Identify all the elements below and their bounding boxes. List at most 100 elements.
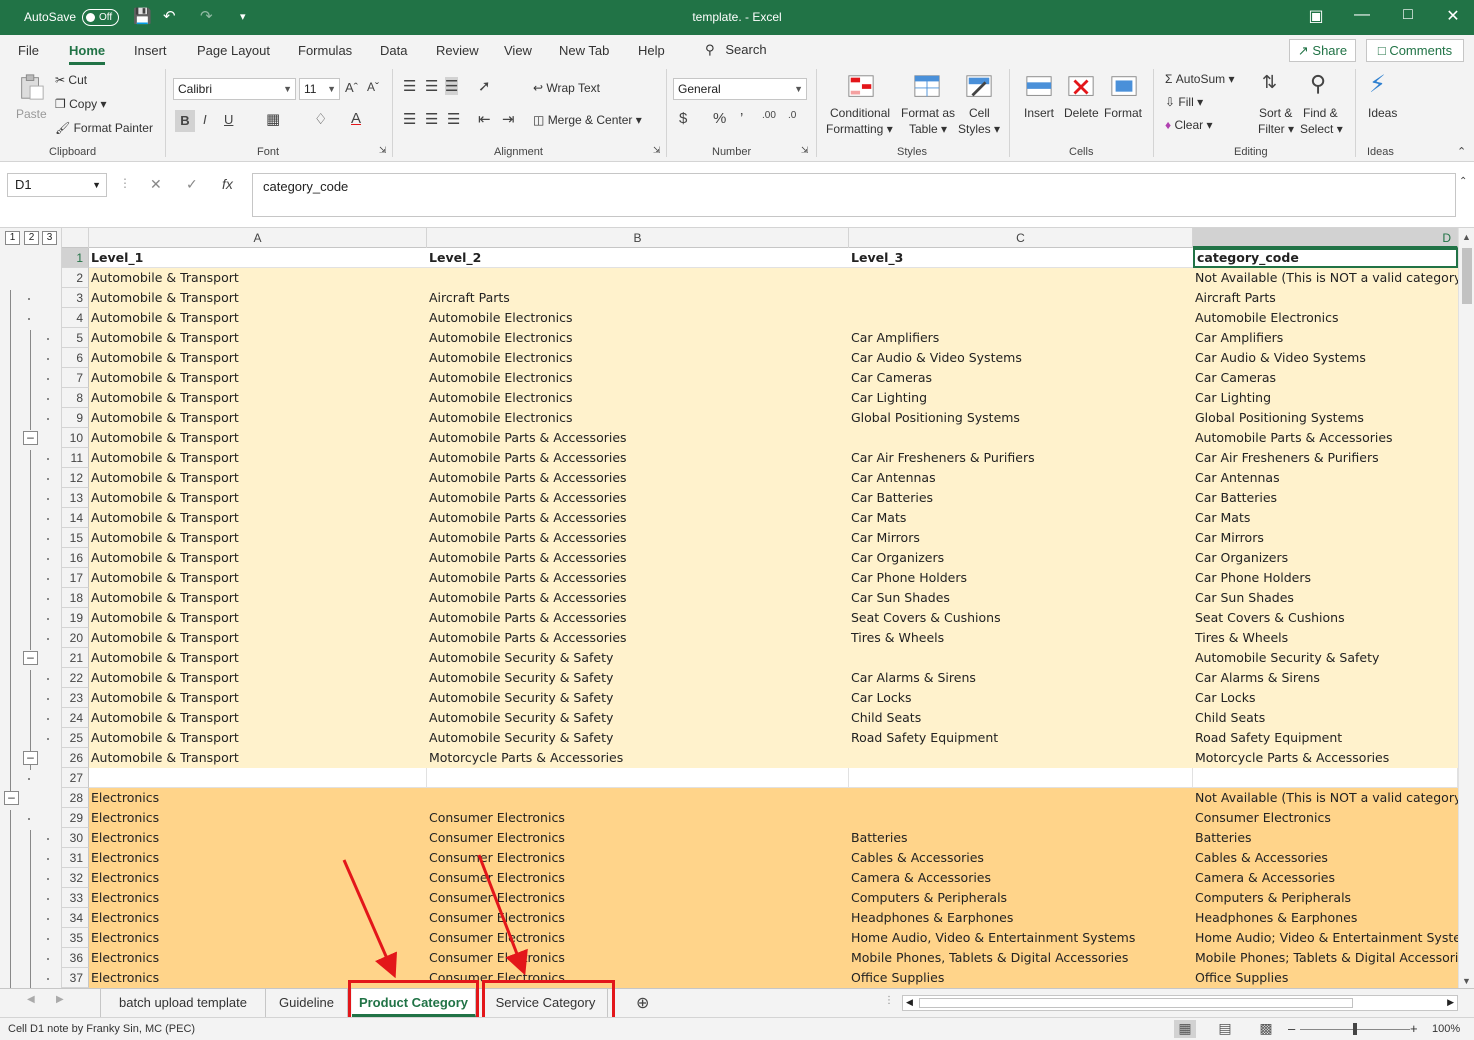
maximize-icon[interactable]: □ bbox=[1393, 6, 1423, 24]
insert-function-icon[interactable]: fx bbox=[222, 176, 233, 192]
dialog-launcher-icon[interactable]: ⇲ bbox=[801, 145, 809, 156]
cell-level-1[interactable]: Electronics bbox=[89, 868, 427, 888]
cell-level-1[interactable]: Electronics bbox=[89, 848, 427, 868]
align-right-icon[interactable]: ☰ bbox=[447, 110, 460, 128]
cell-level-3[interactable]: Tires & Wheels bbox=[849, 628, 1193, 648]
cell-level-1[interactable]: Automobile & Transport bbox=[89, 408, 427, 428]
formula-input[interactable]: category_code bbox=[252, 173, 1456, 217]
format-cells-button[interactable]: Format bbox=[1104, 106, 1142, 120]
column-header-b[interactable]: B bbox=[427, 228, 849, 248]
delete-cells-button[interactable]: Delete bbox=[1064, 106, 1099, 120]
prev-sheet-icon[interactable]: ◀ bbox=[27, 994, 35, 1005]
cell-category-code[interactable]: Car Air Fresheners & Purifiers bbox=[1193, 448, 1458, 468]
row-header[interactable]: 31 bbox=[62, 848, 89, 868]
row-header[interactable]: 33 bbox=[62, 888, 89, 908]
cell-b1[interactable]: Level_2 bbox=[427, 248, 849, 268]
cell-level-2[interactable] bbox=[427, 768, 849, 788]
cell-level-3[interactable]: Car Mirrors bbox=[849, 528, 1193, 548]
cell-level-2[interactable]: Automobile Parts & Accessories bbox=[427, 528, 849, 548]
cell-category-code[interactable]: Car Audio & Video Systems bbox=[1193, 348, 1458, 368]
collapse-group-button[interactable]: – bbox=[4, 791, 19, 805]
row-header[interactable]: 34 bbox=[62, 908, 89, 928]
cell-level-3[interactable] bbox=[849, 428, 1193, 448]
copy-button[interactable]: ❐ Copy ▾ bbox=[55, 97, 106, 111]
cell-level-1[interactable]: Automobile & Transport bbox=[89, 448, 427, 468]
sort-filter-icon[interactable]: ⇅ bbox=[1262, 72, 1277, 93]
cell-category-code[interactable]: Batteries bbox=[1193, 828, 1458, 848]
number-format-select[interactable]: General ▼ bbox=[673, 78, 807, 100]
row-header[interactable]: 5 bbox=[62, 328, 89, 348]
tab-review[interactable]: Review bbox=[436, 43, 479, 58]
find-select-line2[interactable]: Select ▾ bbox=[1300, 122, 1343, 136]
tab-formulas[interactable]: Formulas bbox=[298, 43, 352, 58]
cell-category-code[interactable]: Camera & Accessories bbox=[1193, 868, 1458, 888]
row-header[interactable]: 29 bbox=[62, 808, 89, 828]
cell-level-1[interactable]: Automobile & Transport bbox=[89, 708, 427, 728]
dialog-launcher-icon[interactable]: ⇲ bbox=[653, 145, 661, 156]
cell-category-code[interactable]: Computers & Peripherals bbox=[1193, 888, 1458, 908]
cell-level-3[interactable]: Car Phone Holders bbox=[849, 568, 1193, 588]
cell-level-3[interactable]: Car Antennas bbox=[849, 468, 1193, 488]
cell-d1-selected[interactable]: category_code bbox=[1193, 248, 1458, 268]
tab-insert[interactable]: Insert bbox=[134, 43, 167, 58]
scroll-down-icon[interactable]: ▼ bbox=[1462, 976, 1471, 986]
cell-level-1[interactable]: Automobile & Transport bbox=[89, 548, 427, 568]
outline-level-3[interactable]: 3 bbox=[42, 231, 57, 245]
cell-level-1[interactable]: Automobile & Transport bbox=[89, 508, 427, 528]
row-header[interactable]: 25 bbox=[62, 728, 89, 748]
close-icon[interactable]: ✕ bbox=[1438, 6, 1468, 26]
cell-level-2[interactable]: Consumer Electronics bbox=[427, 888, 849, 908]
horizontal-scrollbar[interactable]: ◀ ▶ bbox=[902, 995, 1458, 1011]
cell-level-3[interactable] bbox=[849, 288, 1193, 308]
column-header-a[interactable]: A bbox=[89, 228, 427, 248]
align-bottom-icon[interactable]: ☰ bbox=[445, 77, 459, 95]
font-size-select[interactable]: 11 ▼ bbox=[299, 78, 340, 100]
wrap-text-button[interactable]: ↩ Wrap Text bbox=[533, 81, 600, 95]
row-header[interactable]: 6 bbox=[62, 348, 89, 368]
borders-icon[interactable]: ▦ bbox=[266, 110, 280, 128]
cell-level-3[interactable]: Seat Covers & Cushions bbox=[849, 608, 1193, 628]
cell-category-code[interactable]: Car Locks bbox=[1193, 688, 1458, 708]
cell-level-2[interactable]: Automobile Electronics bbox=[427, 388, 849, 408]
comma-icon[interactable]: ’ bbox=[740, 110, 743, 127]
cell-level-2[interactable]: Automobile Security & Safety bbox=[427, 728, 849, 748]
enter-icon[interactable]: ✓ bbox=[186, 176, 198, 193]
scrollbar-thumb[interactable] bbox=[919, 998, 1353, 1008]
cell-level-2[interactable]: Automobile Electronics bbox=[427, 408, 849, 428]
cell-level-1[interactable]: Automobile & Transport bbox=[89, 388, 427, 408]
cell-level-3[interactable]: Global Positioning Systems bbox=[849, 408, 1193, 428]
dialog-launcher-icon[interactable]: ⇲ bbox=[379, 145, 387, 156]
fill-color-icon[interactable]: ♢ bbox=[314, 110, 327, 128]
cell-styles-icon[interactable] bbox=[964, 73, 994, 101]
cell-category-code[interactable]: Car Mirrors bbox=[1193, 528, 1458, 548]
cell-category-code[interactable]: Car Batteries bbox=[1193, 488, 1458, 508]
row-header[interactable]: 19 bbox=[62, 608, 89, 628]
cut-button[interactable]: ✂ Cut bbox=[55, 73, 87, 87]
cell-category-code[interactable]: Aircraft Parts bbox=[1193, 288, 1458, 308]
cell-level-2[interactable]: Consumer Electronics bbox=[427, 828, 849, 848]
cell-level-2[interactable]: Automobile Security & Safety bbox=[427, 648, 849, 668]
cell-level-2[interactable]: Consumer Electronics bbox=[427, 868, 849, 888]
row-header[interactable]: 13 bbox=[62, 488, 89, 508]
cell-category-code[interactable]: Car Mats bbox=[1193, 508, 1458, 528]
cell-level-2[interactable]: Automobile Electronics bbox=[427, 368, 849, 388]
cell-level-1[interactable]: Automobile & Transport bbox=[89, 748, 427, 768]
cell-level-3[interactable]: Mobile Phones, Tablets & Digital Accesso… bbox=[849, 948, 1193, 968]
cell-category-code[interactable]: Car Cameras bbox=[1193, 368, 1458, 388]
row-header[interactable]: 8 bbox=[62, 388, 89, 408]
delete-cells-icon[interactable] bbox=[1066, 73, 1096, 101]
cell-level-1[interactable]: Automobile & Transport bbox=[89, 728, 427, 748]
cell-category-code[interactable]: Office Supplies bbox=[1193, 968, 1458, 988]
cell-level-2[interactable]: Automobile Parts & Accessories bbox=[427, 488, 849, 508]
cell-level-3[interactable]: Home Audio, Video & Entertainment System… bbox=[849, 928, 1193, 948]
zoom-level[interactable]: 100% bbox=[1432, 1023, 1460, 1035]
increase-indent-icon[interactable]: ⇥ bbox=[502, 110, 515, 128]
row-header[interactable]: 20 bbox=[62, 628, 89, 648]
zoom-in-icon[interactable]: + bbox=[1410, 1021, 1418, 1036]
cell-a1[interactable]: Level_1 bbox=[89, 248, 427, 268]
cell-level-2[interactable]: Automobile Parts & Accessories bbox=[427, 588, 849, 608]
conditional-formatting-line1[interactable]: Conditional bbox=[830, 106, 890, 120]
cell-category-code[interactable]: Home Audio; Video & Entertainment Syste bbox=[1193, 928, 1458, 948]
cell-level-2[interactable]: Consumer Electronics bbox=[427, 948, 849, 968]
row-header[interactable]: 9 bbox=[62, 408, 89, 428]
